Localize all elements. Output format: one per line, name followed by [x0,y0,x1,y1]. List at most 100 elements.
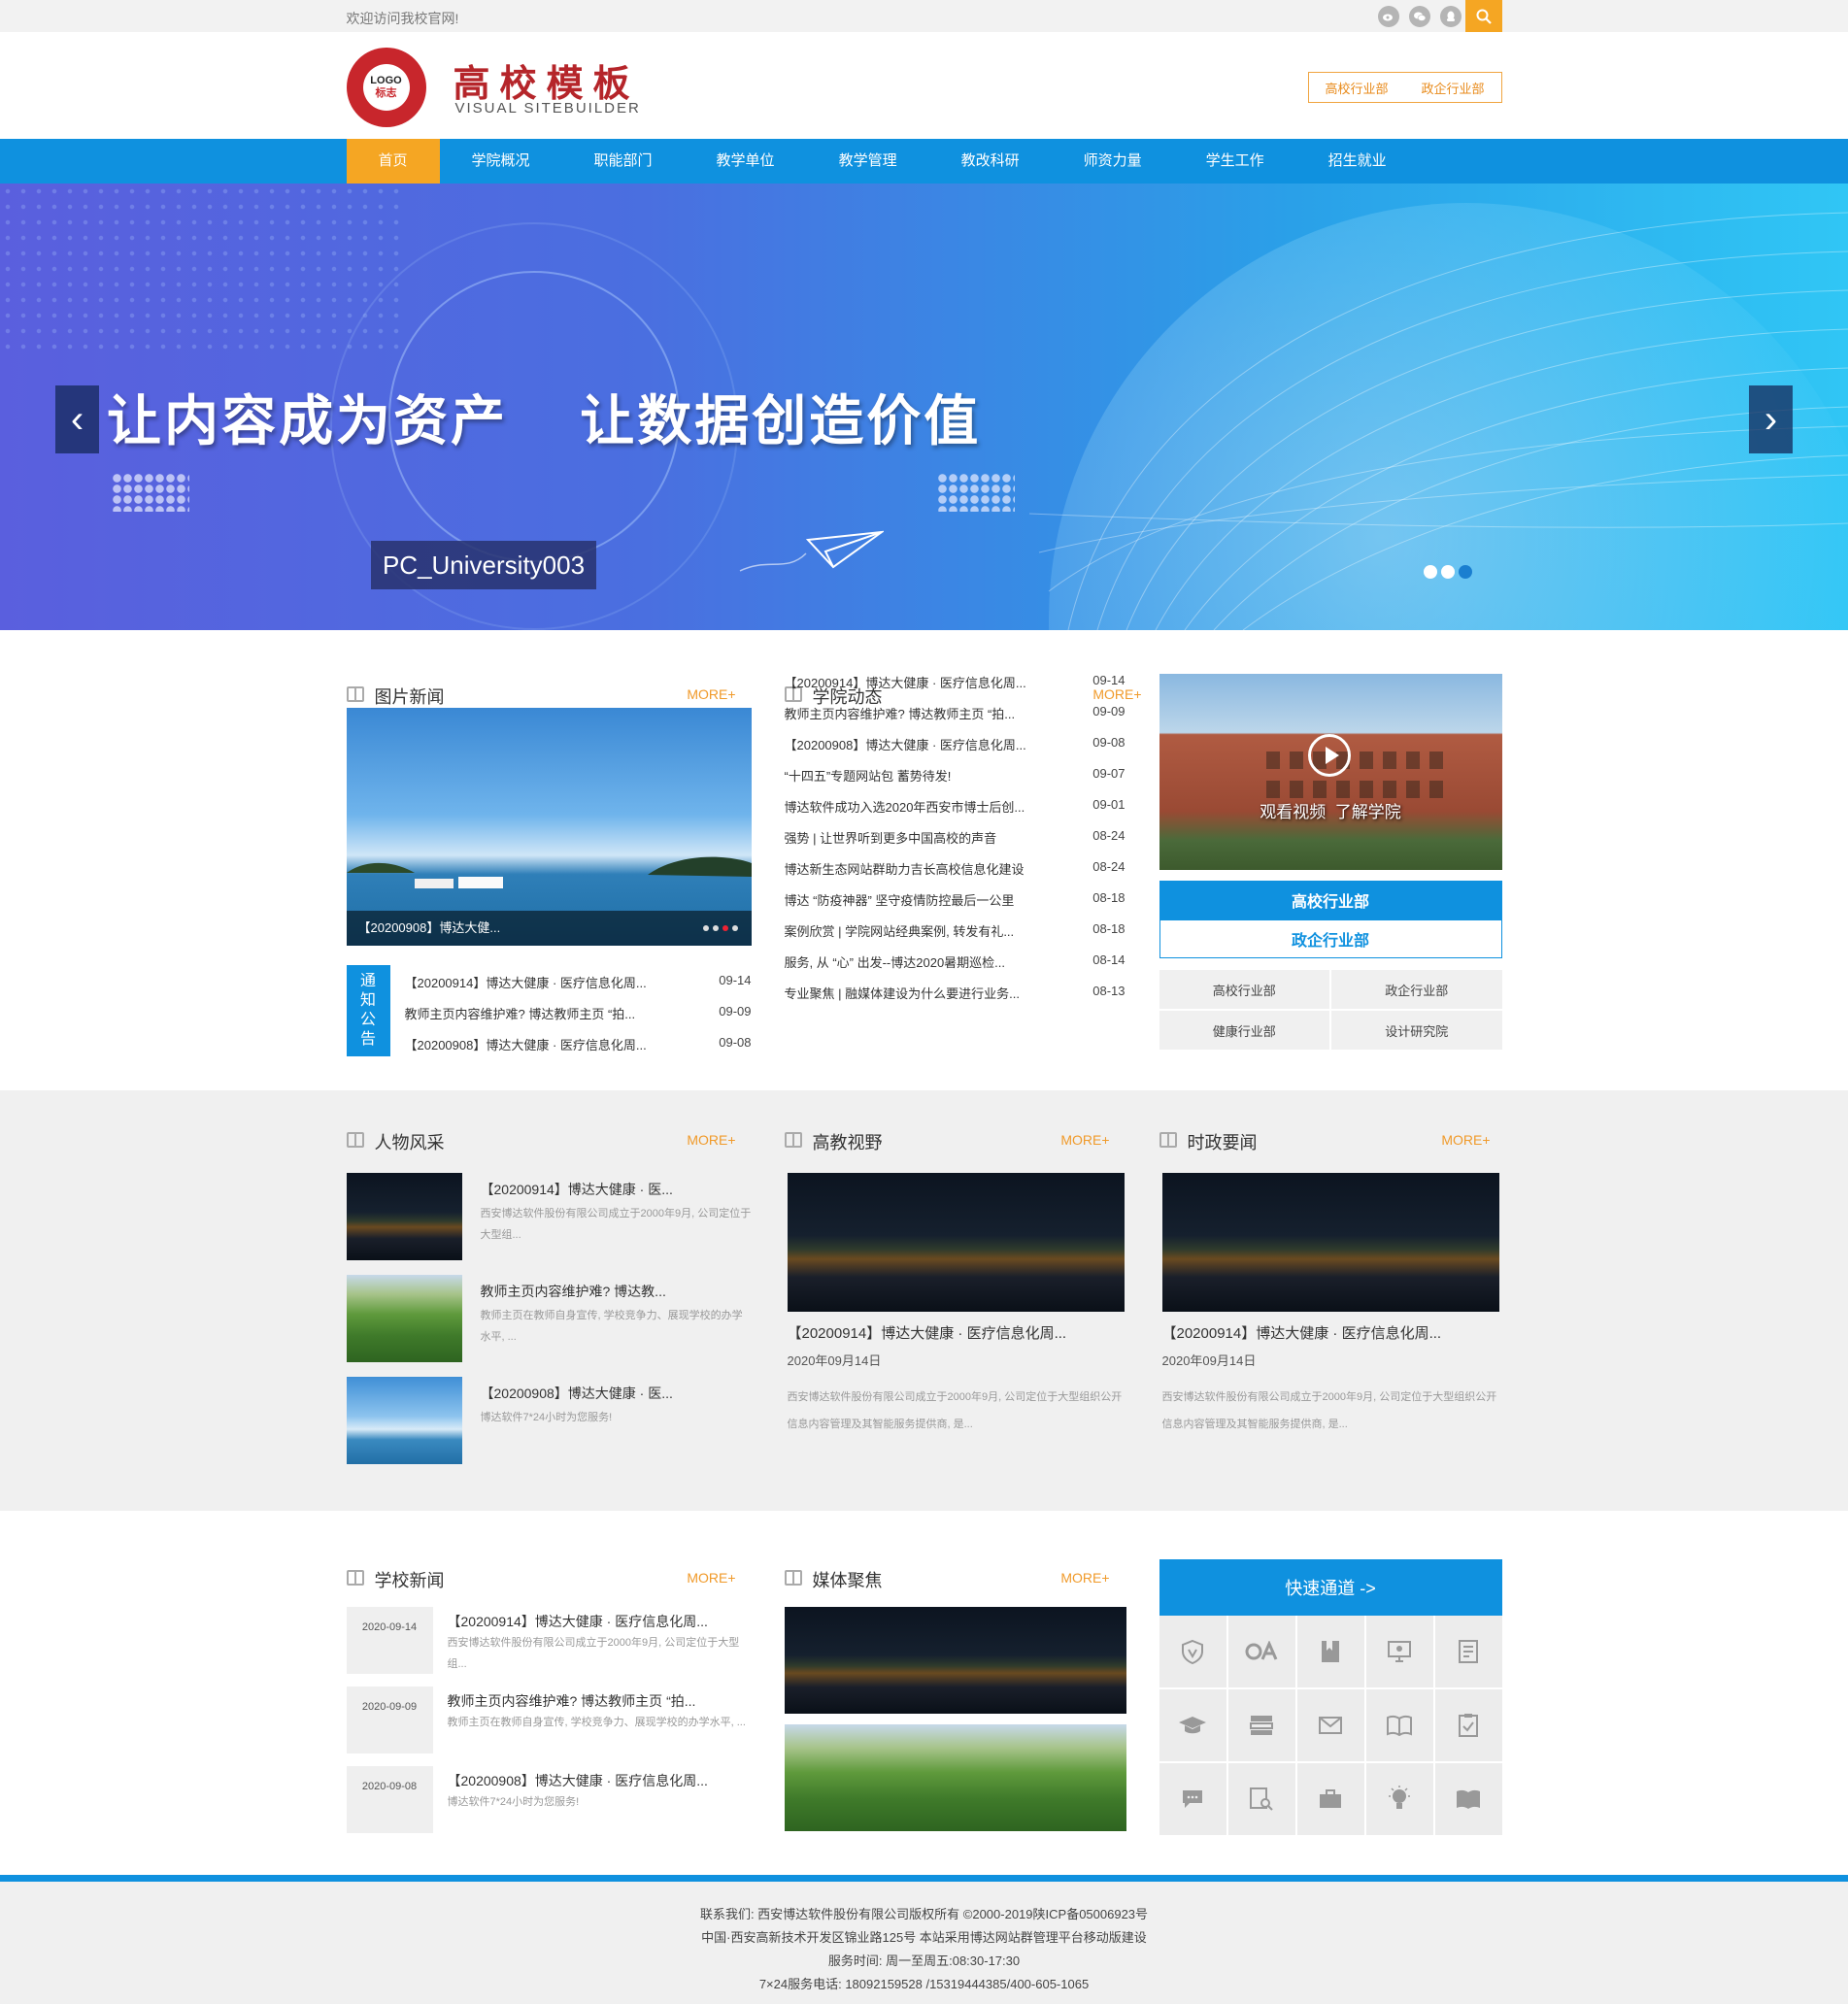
nav-item-departments[interactable]: 职能部门 [562,139,685,184]
dept-link-university[interactable]: 高校行业部 [1159,970,1329,1009]
banner-dot[interactable] [1424,565,1437,579]
search-button[interactable] [1464,0,1502,32]
quick-monitor-button[interactable] [1365,1616,1433,1687]
quick-server-button[interactable] [1227,1689,1295,1761]
nav-item-admission[interactable]: 招生就业 [1296,139,1419,184]
college-news-item[interactable]: 服务, 从 “心” 出发--博达2020暑期巡检... 08-14 [785,952,1126,971]
higher-ed-image[interactable] [787,1173,1125,1312]
nav-item-teaching-management[interactable]: 教学管理 [807,139,929,184]
school-news-item-title[interactable]: 【20200914】博达大健康 · 医疗信息化周... [448,1612,708,1631]
quick-chat-button[interactable] [1159,1763,1226,1835]
people-thumb[interactable] [346,1377,462,1464]
notice-item[interactable]: 【20200914】博达大健康 · 医疗信息化周... 09-14 [405,973,752,991]
video-thumbnail[interactable]: 观看视频 了解学院 [1159,674,1502,870]
college-news-item[interactable]: 案例欣赏 | 学院网站经典案例, 转发有礼... 08-18 [785,921,1126,940]
nav-item-students[interactable]: 学生工作 [1174,139,1296,184]
college-news-item-title[interactable]: 【20200908】博达大健康 · 医疗信息化周... [785,738,1026,752]
college-news-item[interactable]: 【20200914】博达大健康 · 医疗信息化周... 09-14 [785,673,1126,691]
college-news-item[interactable]: 【20200908】博达大健康 · 医疗信息化周... 09-08 [785,735,1126,753]
nav-item-faculty[interactable]: 师资力量 [1052,139,1174,184]
wechat-icon[interactable] [1408,6,1430,27]
quick-briefcase-button[interactable] [1296,1763,1364,1835]
logo[interactable]: LOGO 标志 [346,48,426,127]
school-news-more-link[interactable]: MORE+ [687,1570,735,1586]
qq-icon[interactable] [1439,6,1462,27]
dept-link-government[interactable]: 政企行业部 [1331,970,1502,1009]
quick-open-book-button[interactable] [1434,1763,1502,1835]
politics-item-title[interactable]: 【20200914】博达大健康 · 医疗信息化周... [1162,1322,1442,1343]
notice-item[interactable]: 【20200908】博达大健康 · 医疗信息化周... 09-08 [405,1035,752,1053]
college-news-item-title[interactable]: “十四五”专题网站包 蓄势待发! [785,769,952,784]
college-news-item[interactable]: 专业聚焦 | 融媒体建设为什么要进行业务... 08-13 [785,984,1126,1002]
quick-document-button[interactable] [1434,1616,1502,1687]
nav-item-about[interactable]: 学院概况 [440,139,562,184]
nav-item-home[interactable]: 首页 [346,139,440,184]
quick-mail-button[interactable] [1296,1689,1364,1761]
politics-image[interactable] [1161,1173,1499,1312]
notice-item-title[interactable]: 【20200914】博达大健康 · 医疗信息化周... [405,976,647,990]
school-news-item-title[interactable]: 教师主页内容维护难? 博达教师主页 “拍... [448,1691,696,1711]
college-news-item-title[interactable]: 博达 “防疫神器” 坚守疫情防控最后一公里 [785,893,1015,908]
university-dept-button[interactable]: 高校行业部 [1159,881,1502,919]
higher-ed-item-title[interactable]: 【20200914】博达大健康 · 医疗信息化周... [788,1322,1067,1343]
media-more-link[interactable]: MORE+ [1060,1570,1109,1586]
people-thumb[interactable] [346,1275,462,1362]
photo-news-image[interactable]: 【20200908】博达大健... [346,708,752,946]
photo-dot[interactable] [712,925,719,931]
media-image[interactable] [784,1607,1126,1714]
college-news-item-title[interactable]: 专业聚焦 | 融媒体建设为什么要进行业务... [785,986,1020,1001]
people-item-title[interactable]: 教师主页内容维护难? 博达教... [481,1282,666,1301]
college-news-item-title[interactable]: 博达软件成功入选2020年西安市博士后创... [785,800,1025,815]
college-news-item-title[interactable]: 服务, 从 “心” 出发--博达2020暑期巡检... [785,955,1006,970]
people-more-link[interactable]: MORE+ [687,1132,735,1148]
banner-next-button[interactable]: › [1749,385,1793,453]
quick-book-button[interactable] [1365,1689,1433,1761]
college-news-item-title[interactable]: 案例欣赏 | 学院网站经典案例, 转发有礼... [785,924,1015,939]
college-news-item-title[interactable]: 强势 | 让世界听到更多中国高校的声音 [785,831,997,846]
header-link-university[interactable]: 高校行业部 [1325,79,1388,97]
higher-ed-more-link[interactable]: MORE+ [1060,1132,1109,1148]
college-news-item[interactable]: 博达 “防疫神器” 坚守疫情防控最后一公里 08-18 [785,890,1126,909]
college-news-item[interactable]: 博达软件成功入选2020年西安市博士后创... 09-01 [785,797,1126,816]
banner-dot[interactable] [1441,565,1455,579]
people-item-title[interactable]: 【20200908】博达大健康 · 医... [481,1384,673,1403]
quick-oa-button[interactable] [1227,1616,1295,1687]
photo-dot[interactable] [731,925,738,931]
photo-dot-active[interactable] [722,925,728,931]
college-news-item-title[interactable]: 教师主页内容维护难? 博达教师主页 “拍... [785,707,1016,721]
header-link-government[interactable]: 政企行业部 [1421,79,1484,97]
dept-link-design[interactable]: 设计研究院 [1331,1011,1502,1050]
banner-prev-button[interactable]: ‹ [55,385,99,453]
quick-shield-button[interactable] [1159,1616,1226,1687]
college-news-item[interactable]: 强势 | 让世界听到更多中国高校的声音 08-24 [785,828,1126,847]
quick-graduation-button[interactable] [1159,1689,1226,1761]
college-news-item[interactable]: “十四五”专题网站包 蓄势待发! 09-07 [785,766,1126,785]
school-news-item-title[interactable]: 【20200908】博达大健康 · 医疗信息化周... [448,1771,708,1790]
photo-news-caption-text[interactable]: 【20200908】博达大健... [358,920,501,935]
quick-search-doc-button[interactable] [1227,1763,1295,1835]
media-image[interactable] [784,1724,1126,1831]
quick-access-header[interactable]: 快速通道 -> [1159,1559,1502,1616]
dept-link-health[interactable]: 健康行业部 [1159,1011,1329,1050]
college-news-item-title[interactable]: 博达新生态网站群助力吉长高校信息化建设 [785,862,1025,877]
people-item-title[interactable]: 【20200914】博达大健康 · 医... [481,1180,673,1199]
quick-bookmark-button[interactable] [1296,1616,1364,1687]
nav-item-teaching-units[interactable]: 教学单位 [685,139,807,184]
college-news-item[interactable]: 博达新生态网站群助力吉长高校信息化建设 08-24 [785,859,1126,878]
photo-news-more-link[interactable]: MORE+ [687,686,735,702]
quick-lightbulb-button[interactable] [1365,1763,1433,1835]
photo-dot[interactable] [702,925,709,931]
notice-item-title[interactable]: 【20200908】博达大健康 · 医疗信息化周... [405,1038,647,1052]
people-thumb[interactable] [346,1173,462,1260]
government-dept-button[interactable]: 政企行业部 [1159,919,1502,958]
notice-item[interactable]: 教师主页内容维护难? 博达教师主页 “拍... 09-09 [405,1004,752,1022]
weibo-icon[interactable] [1377,6,1399,27]
play-icon[interactable] [1307,734,1351,777]
politics-more-link[interactable]: MORE+ [1441,1132,1490,1148]
college-news-item-title[interactable]: 【20200914】博达大健康 · 医疗信息化周... [785,676,1026,690]
quick-clipboard-button[interactable] [1434,1689,1502,1761]
banner-dot-active[interactable] [1459,565,1472,579]
notice-item-title[interactable]: 教师主页内容维护难? 博达教师主页 “拍... [405,1007,636,1021]
nav-item-research[interactable]: 教改科研 [929,139,1052,184]
college-news-item[interactable]: 教师主页内容维护难? 博达教师主页 “拍... 09-09 [785,704,1126,722]
